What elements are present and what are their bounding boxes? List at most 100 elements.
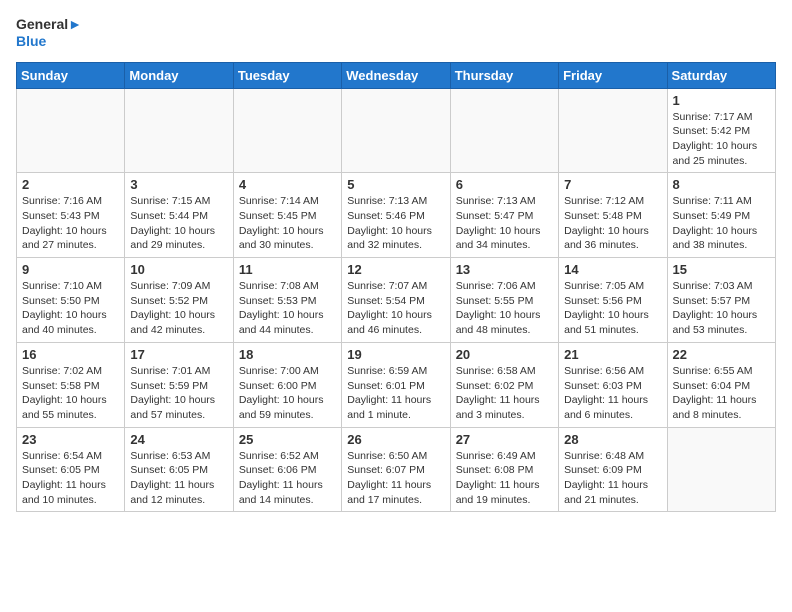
calendar-cell: 23 Sunrise: 6:54 AM Sunset: 6:05 PM Dayli… xyxy=(17,427,125,512)
calendar-cell: 28 Sunrise: 6:48 AM Sunset: 6:09 PM Dayli… xyxy=(559,427,667,512)
day-info: Sunrise: 7:15 AM Sunset: 5:44 PM Dayligh… xyxy=(130,194,227,253)
calendar-cell: 20 Sunrise: 6:58 AM Sunset: 6:02 PM Dayli… xyxy=(450,342,558,427)
day-info: Sunrise: 6:52 AM Sunset: 6:06 PM Dayligh… xyxy=(239,449,336,508)
calendar-cell: 22 Sunrise: 6:55 AM Sunset: 6:04 PM Dayli… xyxy=(667,342,775,427)
day-info: Sunrise: 7:10 AM Sunset: 5:50 PM Dayligh… xyxy=(22,279,119,338)
calendar-header-row: SundayMondayTuesdayWednesdayThursdayFrid… xyxy=(17,62,776,88)
calendar-cell: 8Sunrise: 7:11 AM Sunset: 5:49 PM Daylig… xyxy=(667,173,775,258)
calendar-cell: 26 Sunrise: 6:50 AM Sunset: 6:07 PM Dayli… xyxy=(342,427,450,512)
day-number: 26 xyxy=(347,432,444,447)
day-number: 17 xyxy=(130,347,227,362)
calendar-cell xyxy=(17,88,125,173)
day-info: Sunrise: 6:59 AM Sunset: 6:01 PM Dayligh… xyxy=(347,364,444,423)
day-number: 9 xyxy=(22,262,119,277)
day-info: Sunrise: 7:05 AM Sunset: 5:56 PM Dayligh… xyxy=(564,279,661,338)
calendar-cell: 2Sunrise: 7:16 AM Sunset: 5:43 PM Daylig… xyxy=(17,173,125,258)
calendar-cell xyxy=(125,88,233,173)
day-info: Sunrise: 6:55 AM Sunset: 6:04 PM Dayligh… xyxy=(673,364,770,423)
day-number: 10 xyxy=(130,262,227,277)
day-info: Sunrise: 7:08 AM Sunset: 5:53 PM Dayligh… xyxy=(239,279,336,338)
day-number: 27 xyxy=(456,432,553,447)
day-number: 13 xyxy=(456,262,553,277)
day-info: Sunrise: 7:03 AM Sunset: 5:57 PM Dayligh… xyxy=(673,279,770,338)
calendar-header-tuesday: Tuesday xyxy=(233,62,341,88)
day-number: 8 xyxy=(673,177,770,192)
day-number: 28 xyxy=(564,432,661,447)
day-number: 7 xyxy=(564,177,661,192)
day-number: 12 xyxy=(347,262,444,277)
day-info: Sunrise: 7:12 AM Sunset: 5:48 PM Dayligh… xyxy=(564,194,661,253)
day-number: 15 xyxy=(673,262,770,277)
calendar-cell: 5 Sunrise: 7:13 AM Sunset: 5:46 PM Daylig… xyxy=(342,173,450,258)
calendar-cell: 10 Sunrise: 7:09 AM Sunset: 5:52 PM Dayli… xyxy=(125,258,233,343)
day-number: 22 xyxy=(673,347,770,362)
calendar-header-sunday: Sunday xyxy=(17,62,125,88)
calendar-week-1: 2Sunrise: 7:16 AM Sunset: 5:43 PM Daylig… xyxy=(17,173,776,258)
day-number: 11 xyxy=(239,262,336,277)
calendar-week-4: 23 Sunrise: 6:54 AM Sunset: 6:05 PM Dayli… xyxy=(17,427,776,512)
day-number: 20 xyxy=(456,347,553,362)
header: General► Blue xyxy=(16,16,776,50)
day-number: 16 xyxy=(22,347,119,362)
day-number: 2 xyxy=(22,177,119,192)
calendar-cell: 9 Sunrise: 7:10 AM Sunset: 5:50 PM Daylig… xyxy=(17,258,125,343)
calendar-cell: 14 Sunrise: 7:05 AM Sunset: 5:56 PM Dayli… xyxy=(559,258,667,343)
day-info: Sunrise: 7:06 AM Sunset: 5:55 PM Dayligh… xyxy=(456,279,553,338)
calendar-cell: 7 Sunrise: 7:12 AM Sunset: 5:48 PM Daylig… xyxy=(559,173,667,258)
calendar-cell: 17 Sunrise: 7:01 AM Sunset: 5:59 PM Dayli… xyxy=(125,342,233,427)
day-info: Sunrise: 6:58 AM Sunset: 6:02 PM Dayligh… xyxy=(456,364,553,423)
day-number: 1 xyxy=(673,93,770,108)
calendar-header-saturday: Saturday xyxy=(667,62,775,88)
calendar-cell: 21 Sunrise: 6:56 AM Sunset: 6:03 PM Dayli… xyxy=(559,342,667,427)
day-info: Sunrise: 7:07 AM Sunset: 5:54 PM Dayligh… xyxy=(347,279,444,338)
day-number: 23 xyxy=(22,432,119,447)
calendar-cell xyxy=(342,88,450,173)
day-info: Sunrise: 7:14 AM Sunset: 5:45 PM Dayligh… xyxy=(239,194,336,253)
calendar-cell: 12 Sunrise: 7:07 AM Sunset: 5:54 PM Dayli… xyxy=(342,258,450,343)
calendar-cell: 4 Sunrise: 7:14 AM Sunset: 5:45 PM Daylig… xyxy=(233,173,341,258)
logo-blue-text: Blue xyxy=(16,33,82,50)
calendar-cell: 25 Sunrise: 6:52 AM Sunset: 6:06 PM Dayli… xyxy=(233,427,341,512)
day-info: Sunrise: 6:56 AM Sunset: 6:03 PM Dayligh… xyxy=(564,364,661,423)
calendar-cell: 13 Sunrise: 7:06 AM Sunset: 5:55 PM Dayli… xyxy=(450,258,558,343)
calendar-header-wednesday: Wednesday xyxy=(342,62,450,88)
day-number: 4 xyxy=(239,177,336,192)
calendar-cell: 24Sunrise: 6:53 AM Sunset: 6:05 PM Dayli… xyxy=(125,427,233,512)
day-info: Sunrise: 7:01 AM Sunset: 5:59 PM Dayligh… xyxy=(130,364,227,423)
day-info: Sunrise: 7:13 AM Sunset: 5:46 PM Dayligh… xyxy=(347,194,444,253)
day-number: 25 xyxy=(239,432,336,447)
calendar-header-monday: Monday xyxy=(125,62,233,88)
day-info: Sunrise: 7:17 AM Sunset: 5:42 PM Dayligh… xyxy=(673,110,770,169)
calendar-cell: 27 Sunrise: 6:49 AM Sunset: 6:08 PM Dayli… xyxy=(450,427,558,512)
calendar-header-thursday: Thursday xyxy=(450,62,558,88)
day-number: 21 xyxy=(564,347,661,362)
day-info: Sunrise: 7:09 AM Sunset: 5:52 PM Dayligh… xyxy=(130,279,227,338)
logo: General► Blue xyxy=(16,16,82,50)
day-info: Sunrise: 6:54 AM Sunset: 6:05 PM Dayligh… xyxy=(22,449,119,508)
logo-general-text: General► xyxy=(16,16,82,33)
calendar-table: SundayMondayTuesdayWednesdayThursdayFrid… xyxy=(16,62,776,513)
calendar-cell xyxy=(667,427,775,512)
day-number: 6 xyxy=(456,177,553,192)
day-number: 19 xyxy=(347,347,444,362)
calendar-cell: 6Sunrise: 7:13 AM Sunset: 5:47 PM Daylig… xyxy=(450,173,558,258)
calendar-cell: 15 Sunrise: 7:03 AM Sunset: 5:57 PM Dayli… xyxy=(667,258,775,343)
day-info: Sunrise: 7:02 AM Sunset: 5:58 PM Dayligh… xyxy=(22,364,119,423)
day-number: 14 xyxy=(564,262,661,277)
calendar-week-0: 1 Sunrise: 7:17 AM Sunset: 5:42 PM Daylig… xyxy=(17,88,776,173)
calendar-cell: 1 Sunrise: 7:17 AM Sunset: 5:42 PM Daylig… xyxy=(667,88,775,173)
calendar-cell xyxy=(559,88,667,173)
day-info: Sunrise: 6:50 AM Sunset: 6:07 PM Dayligh… xyxy=(347,449,444,508)
calendar-cell xyxy=(450,88,558,173)
day-info: Sunrise: 6:48 AM Sunset: 6:09 PM Dayligh… xyxy=(564,449,661,508)
calendar-header-friday: Friday xyxy=(559,62,667,88)
day-number: 24 xyxy=(130,432,227,447)
calendar-cell: 11 Sunrise: 7:08 AM Sunset: 5:53 PM Dayli… xyxy=(233,258,341,343)
day-info: Sunrise: 7:00 AM Sunset: 6:00 PM Dayligh… xyxy=(239,364,336,423)
day-number: 18 xyxy=(239,347,336,362)
day-number: 3 xyxy=(130,177,227,192)
day-info: Sunrise: 6:49 AM Sunset: 6:08 PM Dayligh… xyxy=(456,449,553,508)
calendar-week-3: 16 Sunrise: 7:02 AM Sunset: 5:58 PM Dayli… xyxy=(17,342,776,427)
calendar-cell: 16 Sunrise: 7:02 AM Sunset: 5:58 PM Dayli… xyxy=(17,342,125,427)
day-number: 5 xyxy=(347,177,444,192)
